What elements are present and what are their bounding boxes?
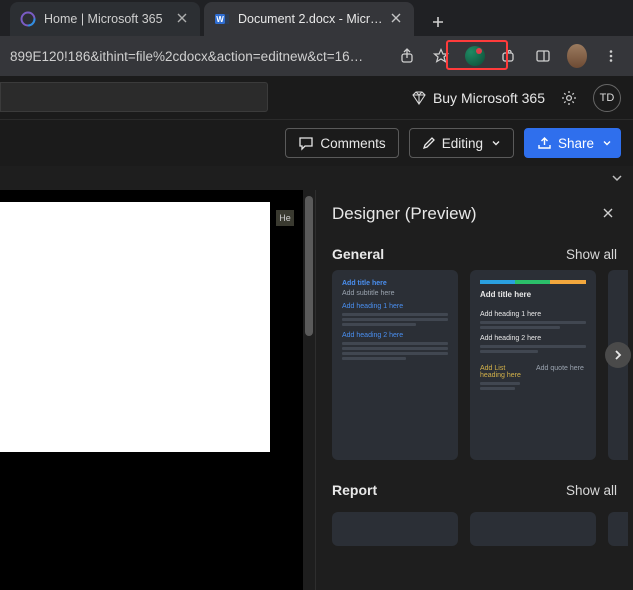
- profile-avatar[interactable]: [567, 46, 587, 66]
- template-card-peek[interactable]: [608, 512, 628, 546]
- close-pane-button[interactable]: [601, 206, 617, 222]
- word-icon: W: [214, 11, 230, 27]
- new-tab-button[interactable]: [424, 8, 452, 36]
- bookmark-star-icon[interactable]: [431, 46, 451, 66]
- next-templates-button[interactable]: [605, 342, 631, 368]
- page[interactable]: [0, 202, 270, 452]
- comments-button[interactable]: Comments: [285, 128, 398, 158]
- document-canvas[interactable]: He: [0, 190, 315, 590]
- comment-icon: [298, 135, 314, 151]
- browser-tab-strip: Home | Microsoft 365 W Document 2.docx -…: [0, 0, 633, 36]
- share-button[interactable]: Share: [524, 128, 621, 158]
- editing-mode-button[interactable]: Editing: [409, 128, 514, 158]
- ribbon-collapse-toggle[interactable]: [0, 166, 633, 190]
- address-bar-actions: [391, 46, 627, 66]
- url-display[interactable]: 899E120!186&ithint=file%2cdocx&action=ed…: [6, 49, 391, 64]
- browser-tab-document[interactable]: W Document 2.docx - Microsoft W: [204, 2, 414, 36]
- buy-label: Buy Microsoft 365: [433, 90, 545, 106]
- document-toolbar: Comments Editing Share: [0, 120, 633, 166]
- section-name: Report: [332, 482, 377, 498]
- browser-tab-home[interactable]: Home | Microsoft 365: [10, 2, 200, 36]
- side-panel-icon[interactable]: [533, 46, 553, 66]
- template-card[interactable]: Add title here Add heading 1 here Add he…: [470, 270, 596, 460]
- kebab-menu-icon[interactable]: [601, 46, 621, 66]
- template-card[interactable]: [332, 512, 458, 546]
- template-card[interactable]: [470, 512, 596, 546]
- section-general-header: General Show all: [316, 238, 633, 270]
- scrollbar-thumb[interactable]: [305, 196, 313, 336]
- app-header: Buy Microsoft 365 TD: [0, 76, 633, 120]
- section-name: General: [332, 246, 384, 262]
- designer-title: Designer (Preview): [332, 204, 477, 224]
- vertical-scrollbar[interactable]: [303, 190, 315, 590]
- pencil-icon: [422, 136, 436, 150]
- svg-text:W: W: [216, 15, 224, 24]
- report-templates-row: [316, 506, 633, 546]
- address-bar: 899E120!186&ithint=file%2cdocx&action=ed…: [0, 36, 633, 76]
- tab-title: Home | Microsoft 365: [44, 12, 170, 26]
- title-area-truncated: [0, 82, 268, 112]
- grammarly-extension-icon[interactable]: [465, 46, 485, 66]
- chevron-down-icon: [602, 138, 612, 148]
- show-all-general[interactable]: Show all: [566, 247, 617, 262]
- accent-bar: [480, 280, 586, 284]
- text-marker: He: [276, 210, 294, 226]
- close-icon[interactable]: [390, 12, 404, 26]
- account-badge[interactable]: TD: [593, 84, 621, 112]
- tab-title: Document 2.docx - Microsoft W: [238, 12, 384, 26]
- share-arrow-icon: [537, 136, 552, 151]
- show-all-report[interactable]: Show all: [566, 483, 617, 498]
- m365-icon: [20, 11, 36, 27]
- buy-microsoft-365-link[interactable]: Buy Microsoft 365: [411, 90, 545, 106]
- settings-gear-icon[interactable]: [559, 88, 579, 108]
- close-icon[interactable]: [176, 12, 190, 26]
- section-report-header: Report Show all: [316, 474, 633, 506]
- extensions-icon[interactable]: [499, 46, 519, 66]
- designer-pane: Designer (Preview) General Show all Add …: [315, 190, 633, 590]
- chevron-down-icon: [491, 138, 501, 148]
- general-templates-row: Add title here Add subtitle here Add hea…: [316, 270, 633, 460]
- premium-diamond-icon: [411, 90, 427, 106]
- share-page-icon[interactable]: [397, 46, 417, 66]
- main-content: He Designer (Preview) General Show all A…: [0, 190, 633, 590]
- template-card[interactable]: Add title here Add subtitle here Add hea…: [332, 270, 458, 460]
